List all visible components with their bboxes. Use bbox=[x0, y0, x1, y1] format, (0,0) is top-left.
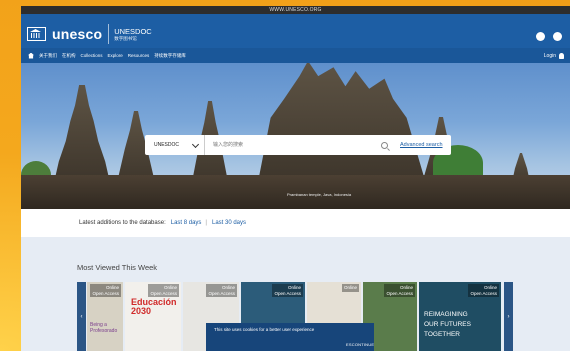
cookie-message: This site uses cookies for a better user… bbox=[214, 327, 315, 332]
open-access-badge: Online bbox=[341, 284, 359, 292]
last-8-days-link[interactable]: Last 8 days bbox=[171, 220, 202, 226]
nav-item-resources[interactable]: Resources bbox=[128, 53, 150, 58]
carousel-prev-button[interactable]: ‹ bbox=[77, 282, 86, 351]
most-viewed-section: Most Viewed This Week Online Open Access… bbox=[21, 237, 570, 351]
nav-item-repository[interactable]: 持续数字存储库 bbox=[154, 53, 186, 59]
logo-divider bbox=[108, 24, 110, 44]
temple-image bbox=[53, 85, 111, 187]
unesco-logo[interactable]: unesco UNESDOC 数字图书馆 bbox=[27, 24, 152, 44]
latest-label: Latest additions to the database: bbox=[79, 220, 166, 226]
cookie-banner: This site uses cookies for a better user… bbox=[206, 323, 374, 351]
open-access-badge: Online Open Access bbox=[384, 284, 415, 297]
nav-item-about[interactable]: 关于我们 bbox=[39, 53, 57, 59]
open-access-badge: Online Open Access bbox=[90, 284, 121, 297]
open-access-badge: Online Open Access bbox=[148, 284, 179, 297]
hero-banner: UNESDOC Advanced search Prambanan temple… bbox=[21, 63, 570, 209]
search-input[interactable] bbox=[211, 141, 375, 149]
search-bar: UNESDOC Advanced search bbox=[145, 135, 451, 155]
last-30-days-link[interactable]: Last 30 days bbox=[212, 220, 246, 226]
separator: | bbox=[205, 220, 207, 226]
login-link[interactable]: Login bbox=[544, 48, 564, 63]
nav-item-collections[interactable]: Collections bbox=[81, 53, 103, 58]
book-cover[interactable]: Online Open Access REIMAGINING OUR FUTUR… bbox=[419, 282, 501, 351]
url-strip: WWW.UNESCO.ORG bbox=[21, 6, 570, 14]
open-access-badge: Online Open Access bbox=[272, 284, 303, 297]
home-icon[interactable] bbox=[28, 52, 34, 59]
chevron-down-icon bbox=[191, 140, 200, 148]
nav-item-institution[interactable]: 在机构 bbox=[62, 53, 76, 59]
site-header: unesco UNESDOC 数字图书馆 bbox=[21, 14, 570, 48]
temple-icon bbox=[27, 27, 46, 41]
site-name: UNESDOC 数字图书馆 bbox=[114, 27, 152, 42]
main-nav: 关于我们 在机构 Collections Explore Resources 持… bbox=[21, 48, 570, 63]
browser-frame: WWW.UNESCO.ORG unesco UNESDOC 数字图书馆 关于我们… bbox=[21, 6, 570, 351]
nav-item-explore[interactable]: Explore bbox=[108, 53, 123, 58]
logo-text: unesco bbox=[52, 26, 103, 42]
book-cover[interactable]: Online Open Access Educación 2030 bbox=[125, 282, 181, 351]
book-cover[interactable]: Online Open Access Being a Profesorado bbox=[87, 282, 123, 351]
section-title: Most Viewed This Week bbox=[77, 263, 158, 272]
latest-additions: Latest additions to the database: Last 8… bbox=[21, 209, 570, 237]
search-icon[interactable] bbox=[381, 141, 388, 149]
site-title: UNESDOC bbox=[114, 26, 152, 36]
login-label: Login bbox=[543, 52, 556, 59]
carousel-next-button[interactable]: › bbox=[504, 282, 513, 351]
book-title: REIMAGINING OUR FUTURES TOGETHER bbox=[424, 311, 471, 338]
book-title: Being a Profesorado bbox=[90, 322, 118, 334]
user-icon bbox=[559, 52, 564, 59]
accessibility-icon[interactable] bbox=[553, 32, 562, 41]
book-title: Educación 2030 bbox=[131, 297, 177, 316]
site-subtitle: 数字图书馆 bbox=[114, 35, 137, 41]
open-access-badge: Online Open Access bbox=[468, 284, 499, 297]
hero-caption: Prambanan temple, Java, Indonesia bbox=[287, 192, 352, 197]
language-icon[interactable] bbox=[536, 32, 545, 41]
cookie-continue-button[interactable]: ESCONTINUE bbox=[346, 342, 374, 347]
scope-value: UNESDOC bbox=[154, 142, 180, 148]
open-access-badge: Online Open Access bbox=[206, 284, 237, 297]
advanced-search-link[interactable]: Advanced search bbox=[400, 142, 443, 148]
header-icons bbox=[536, 32, 562, 41]
search-scope-select[interactable]: UNESDOC bbox=[145, 135, 205, 155]
temple-image bbox=[257, 63, 427, 187]
